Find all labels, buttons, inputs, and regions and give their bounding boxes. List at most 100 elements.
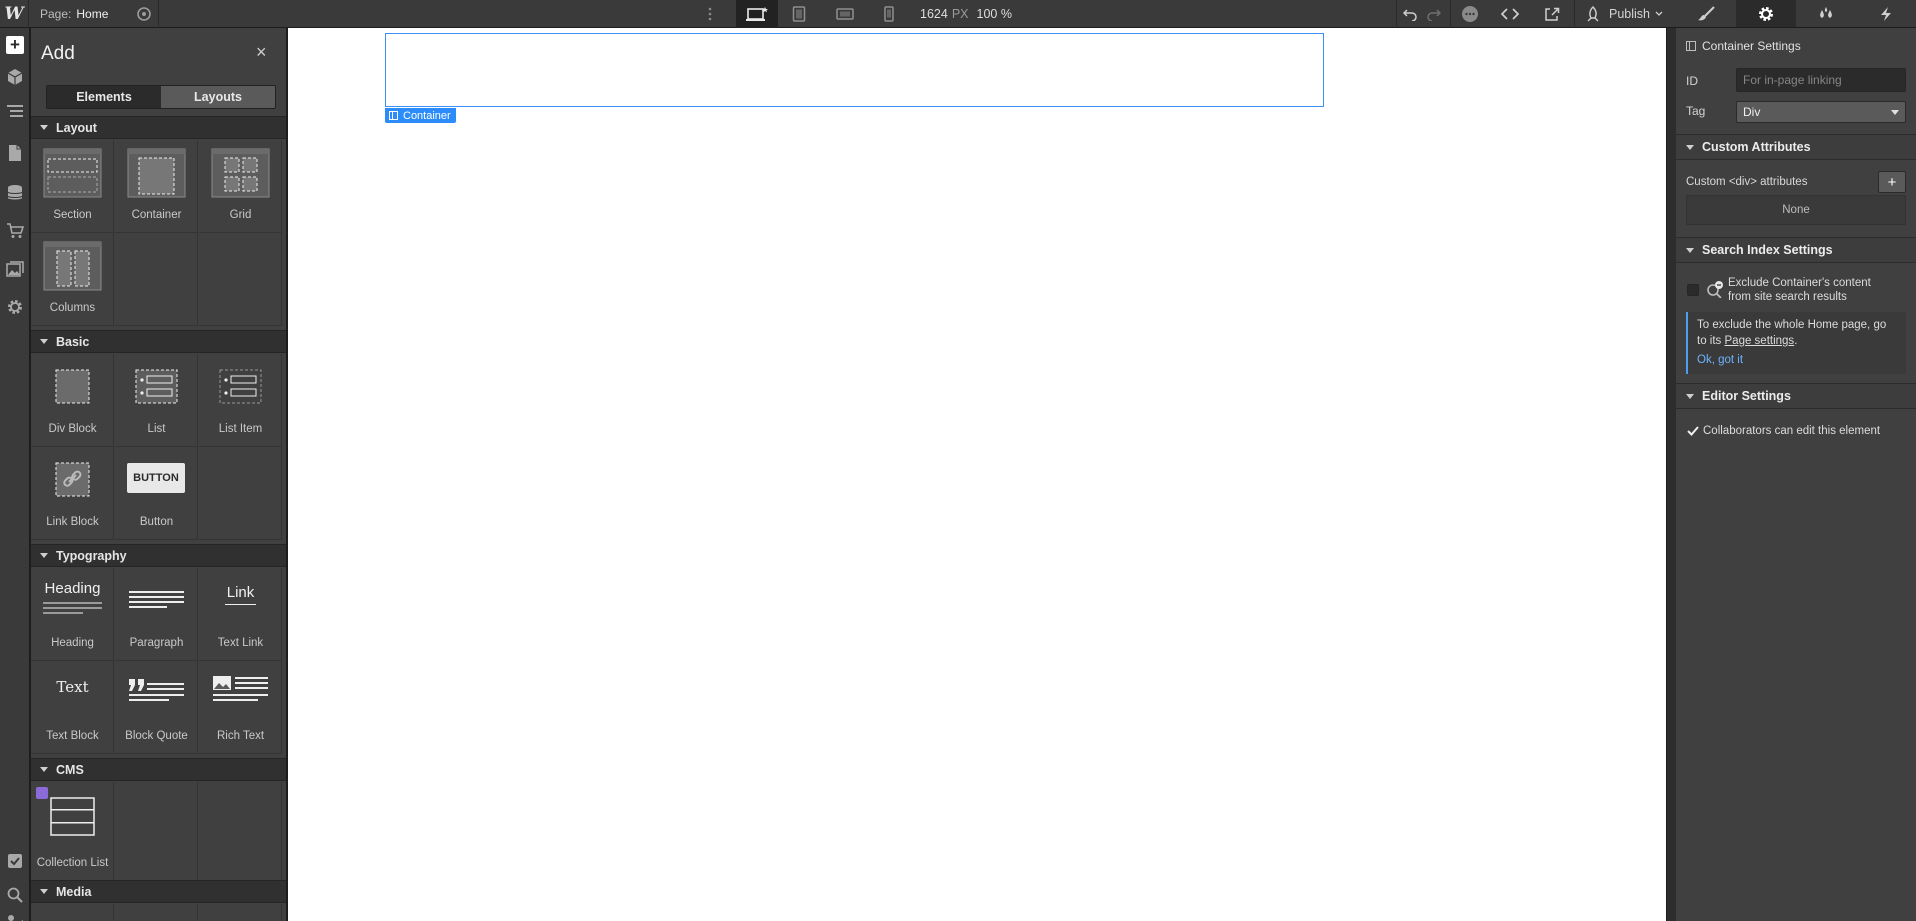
style-manager-tab-drops-icon[interactable] — [1796, 0, 1856, 27]
empty-cell — [115, 233, 198, 326]
mobile-landscape-breakpoint-icon[interactable] — [826, 0, 864, 28]
page-selector[interactable]: Page: Home — [40, 0, 108, 28]
element-label: Section — [53, 209, 92, 221]
section-title: Media — [56, 884, 92, 899]
redo-icon[interactable] — [1422, 0, 1446, 28]
database-icon — [7, 185, 23, 200]
settings-rail-button[interactable] — [0, 292, 30, 322]
selected-element-tag[interactable]: Container — [385, 108, 456, 123]
search-index-title: Search Index Settings — [1702, 243, 1833, 257]
ok-got-it-link[interactable]: Ok, got it — [1697, 352, 1898, 368]
element-columns[interactable]: Columns — [31, 233, 114, 326]
div-block-icon — [55, 369, 90, 404]
more-vertical-icon[interactable] — [700, 0, 720, 28]
editor-settings-header[interactable]: Editor Settings — [1676, 383, 1916, 409]
element-heading[interactable]: Heading Heading — [31, 568, 114, 661]
collaborators-label: Collaborators can edit this element — [1703, 425, 1881, 437]
tab-elements[interactable]: Elements — [47, 86, 161, 108]
collaborators-checkbox-checked-icon[interactable] — [1687, 425, 1699, 437]
close-icon[interactable]: × — [256, 42, 267, 63]
selected-container[interactable] — [385, 33, 1324, 107]
element-section[interactable]: Section — [31, 140, 114, 233]
interactions-tab-bolt-icon[interactable] — [1856, 0, 1916, 27]
width-unit: PX — [951, 7, 969, 21]
undo-icon[interactable] — [1398, 0, 1422, 28]
caret-down-icon — [1686, 247, 1694, 253]
element-label: Columns — [49, 302, 96, 314]
button-icon: BUTTON — [127, 463, 185, 493]
style-tab-brush-icon[interactable] — [1676, 0, 1736, 27]
add-elements-rail-button[interactable]: + — [0, 30, 30, 60]
design-canvas[interactable]: Container — [288, 28, 1666, 921]
symbols-rail-button[interactable] — [0, 62, 30, 92]
element-link-block[interactable]: Link Block — [31, 447, 114, 540]
element-paragraph[interactable]: Paragraph — [115, 568, 198, 661]
audit-rail-button[interactable] — [0, 846, 30, 876]
custom-attributes-title: Custom Attributes — [1702, 140, 1811, 154]
text-lines-icon — [43, 602, 102, 614]
list-item-icon — [219, 369, 262, 404]
comments-icon[interactable] — [1455, 0, 1485, 28]
pages-rail-button[interactable] — [0, 138, 30, 168]
custom-attributes-label: Custom <div> attributes — [1686, 176, 1808, 188]
exclude-search-checkbox[interactable] — [1687, 284, 1699, 296]
editor-settings-title: Editor Settings — [1702, 389, 1791, 403]
cms-rail-button[interactable] — [0, 178, 30, 208]
section-header-media[interactable]: Media — [31, 880, 286, 903]
empty-cell — [199, 233, 282, 326]
element-text-block[interactable]: Text Text Block — [31, 661, 114, 754]
id-input[interactable] — [1736, 68, 1906, 92]
element-text-link[interactable]: Link Text Link — [199, 568, 282, 661]
page-settings-link[interactable]: Page settings — [1725, 335, 1795, 347]
cube-icon — [7, 69, 23, 85]
assets-rail-button[interactable] — [0, 254, 30, 284]
section-header-typography[interactable]: Typography — [31, 544, 286, 567]
element-container[interactable]: Container — [115, 140, 198, 233]
element-grid[interactable]: Grid — [199, 140, 282, 233]
element-label: Text Block — [46, 730, 99, 742]
video-rail-button[interactable] — [0, 906, 30, 921]
left-icon-rail: + — [0, 28, 30, 921]
settings-tab-gear-icon[interactable] — [1736, 0, 1796, 27]
element-list-item[interactable]: List Item — [199, 354, 282, 447]
empty-cell — [31, 904, 114, 921]
element-rich-text[interactable]: Rich Text — [199, 661, 282, 754]
selected-element-tag-label: Container — [403, 109, 451, 122]
ecommerce-rail-button[interactable] — [0, 216, 30, 246]
list-icon — [135, 369, 178, 404]
checklist-icon — [8, 854, 22, 868]
element-label: Text Link — [217, 637, 264, 649]
element-button[interactable]: BUTTON Button — [115, 447, 198, 540]
add-attribute-button[interactable]: + — [1878, 171, 1906, 193]
zoom-value: 100 — [976, 7, 998, 21]
element-list[interactable]: List — [115, 354, 198, 447]
search-index-settings-header[interactable]: Search Index Settings — [1676, 237, 1916, 263]
tablet-breakpoint-icon[interactable] — [780, 0, 818, 28]
element-div-block[interactable]: Div Block — [31, 354, 114, 447]
export-icon[interactable] — [1538, 0, 1566, 28]
tab-layouts[interactable]: Layouts — [161, 86, 275, 108]
canvas-width: 1624 — [920, 7, 948, 21]
section-header-basic[interactable]: Basic — [31, 330, 286, 353]
element-collection-list[interactable]: Collection List — [31, 782, 114, 881]
canvas-size-readout[interactable]: 1624 PX 100 % — [920, 0, 1012, 28]
section-header-cms[interactable]: CMS — [31, 758, 286, 781]
desktop-breakpoint-icon[interactable] — [736, 0, 778, 28]
right-settings-panel: Container Settings ID Tag Div Custom Att… — [1676, 0, 1916, 921]
element-label: Collection List — [36, 857, 109, 869]
publish-button[interactable]: Publish — [1580, 0, 1668, 28]
element-block-quote[interactable]: Block Quote — [115, 661, 198, 754]
video-icon — [8, 915, 23, 921]
section-header-layout[interactable]: Layout — [31, 116, 286, 139]
preview-eye-icon[interactable] — [131, 0, 157, 28]
rocket-icon — [1587, 6, 1599, 22]
code-icon[interactable] — [1496, 0, 1524, 28]
note-period: . — [1794, 335, 1798, 347]
custom-attributes-header[interactable]: Custom Attributes — [1676, 134, 1916, 160]
webflow-logo[interactable]: W — [0, 0, 28, 28]
tag-label: Tag — [1686, 104, 1706, 118]
tag-select[interactable]: Div — [1736, 101, 1906, 123]
element-label: Rich Text — [216, 730, 265, 742]
mobile-portrait-breakpoint-icon[interactable] — [870, 0, 908, 28]
navigator-rail-button[interactable] — [0, 96, 30, 126]
